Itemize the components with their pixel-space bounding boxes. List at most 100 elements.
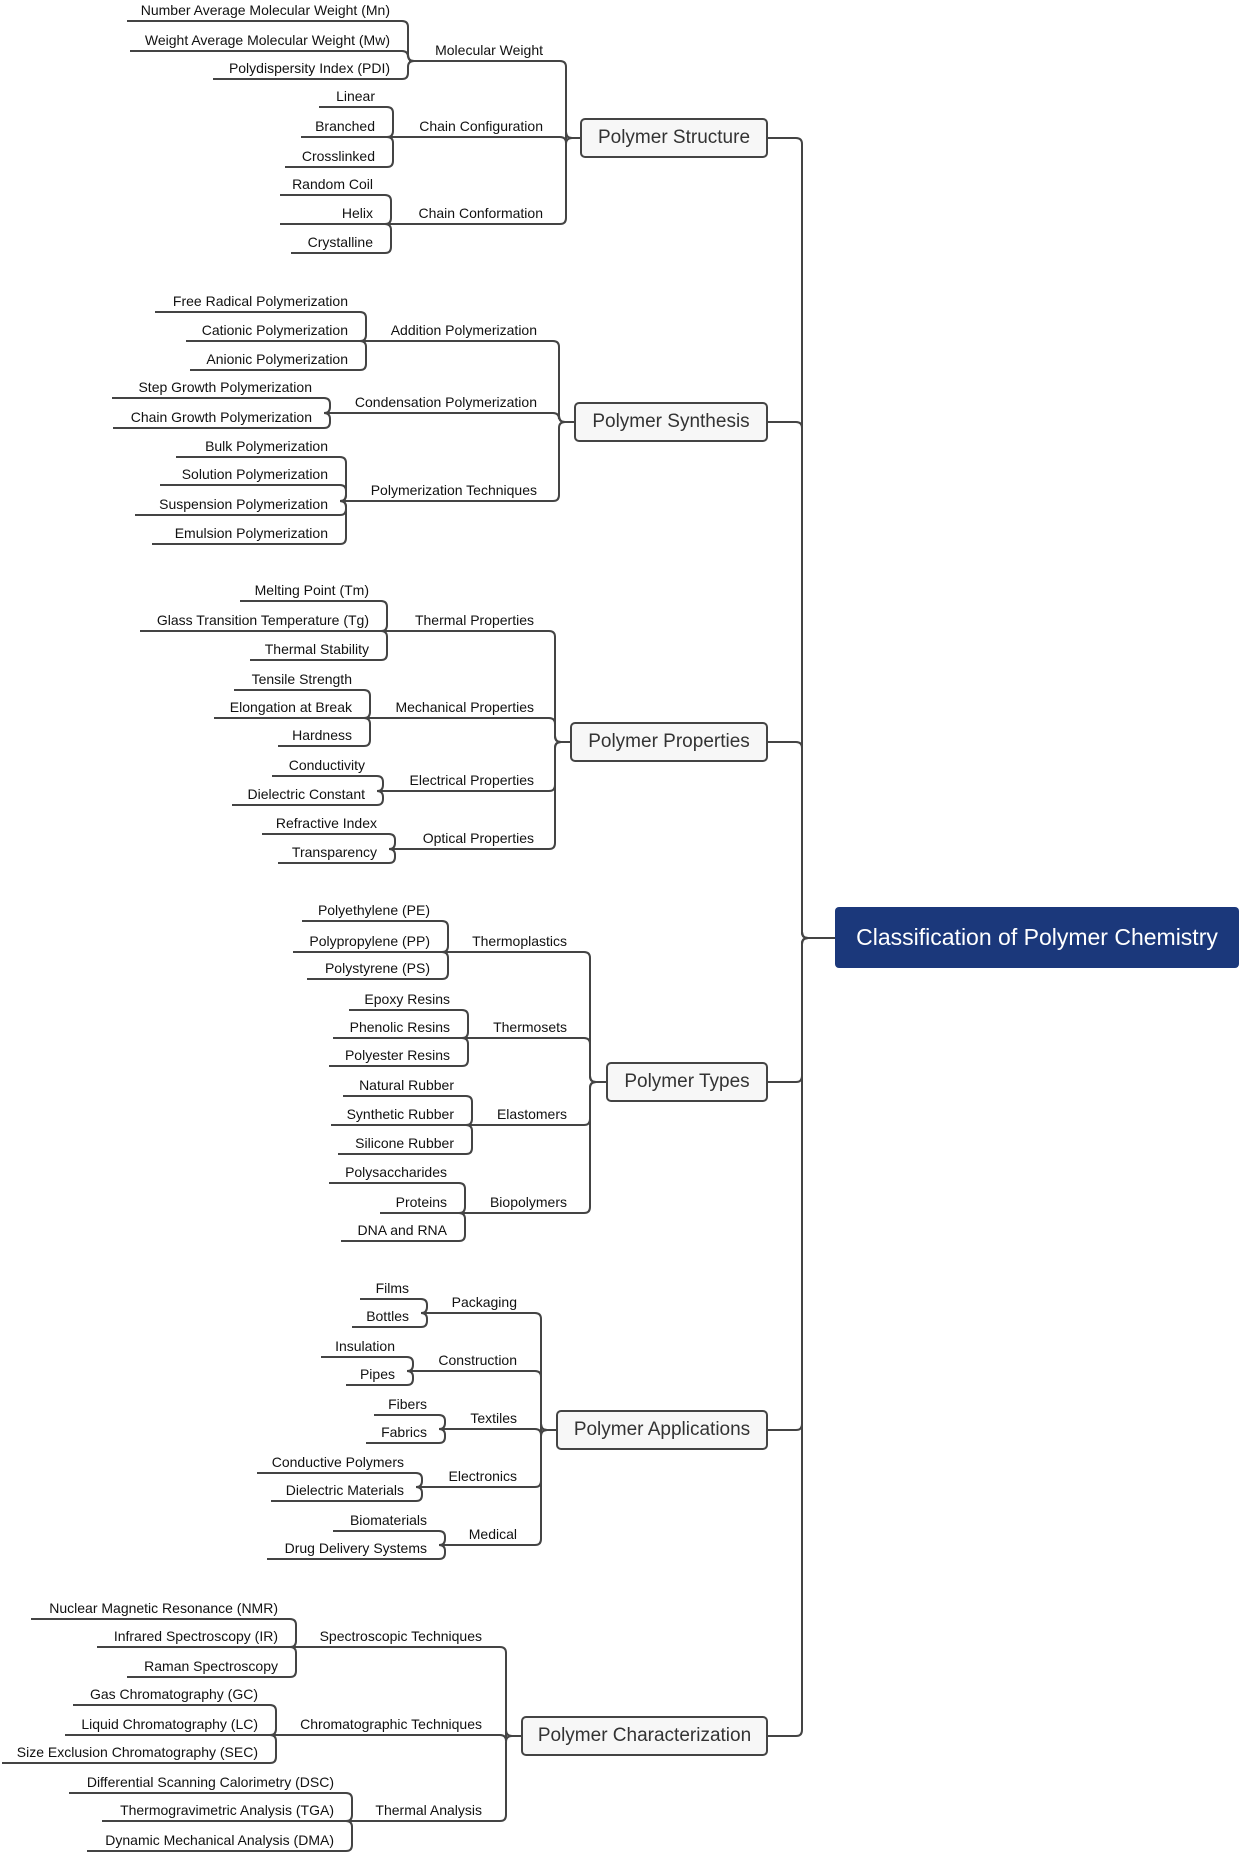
leaf-connector xyxy=(280,194,392,225)
leaf-label[interactable]: Polystyrene (PS) xyxy=(325,960,430,976)
leaf-label[interactable]: Crosslinked xyxy=(302,148,375,164)
leaf-label[interactable]: DNA and RNA xyxy=(358,1222,447,1238)
branch-node-label: Polymer Synthesis xyxy=(592,411,750,432)
sub-connector xyxy=(370,717,570,743)
sub-topic-label[interactable]: Medical xyxy=(469,1526,517,1542)
leaf-label[interactable]: Polysaccharides xyxy=(345,1164,447,1180)
branch-node-label: Polymer Properties xyxy=(588,731,750,752)
leaf-label[interactable]: Melting Point (Tm) xyxy=(255,582,369,598)
leaf-label[interactable]: Infrared Spectroscopy (IR) xyxy=(114,1628,278,1644)
sub-topic-label[interactable]: Optical Properties xyxy=(423,830,534,846)
sub-topic-label[interactable]: Thermoplastics xyxy=(472,933,567,949)
sub-topic-label[interactable]: Thermal Properties xyxy=(415,612,534,628)
leaf-label[interactable]: Free Radical Polymerization xyxy=(173,293,348,309)
leaf-label[interactable]: Glass Transition Temperature (Tg) xyxy=(157,612,369,628)
sub-topic-label[interactable]: Electronics xyxy=(449,1468,517,1484)
leaf-label[interactable]: Thermogravimetric Analysis (TGA) xyxy=(120,1802,334,1818)
sub-topic-label[interactable]: Condensation Polymerization xyxy=(355,394,537,410)
leaf-label[interactable]: Liquid Chromatography (LC) xyxy=(81,1716,258,1732)
branch-node-label: Polymer Characterization xyxy=(537,1725,752,1746)
leaf-label[interactable]: Raman Spectroscopy xyxy=(144,1658,278,1674)
mindmap-canvas: Classification of Polymer Chemistry Poly… xyxy=(0,0,1240,1852)
leaf-label[interactable]: Size Exclusion Chromatography (SEC) xyxy=(17,1744,258,1760)
sub-connector xyxy=(387,630,570,743)
leaf-label[interactable]: Dielectric Constant xyxy=(248,786,366,802)
branch-node[interactable]: Polymer Properties xyxy=(570,722,768,762)
sub-topic-label[interactable]: Thermal Analysis xyxy=(375,1802,482,1818)
branch-node[interactable]: Polymer Types xyxy=(606,1062,768,1102)
branch-node[interactable]: Polymer Applications xyxy=(556,1410,768,1450)
leaf-label[interactable]: Chain Growth Polymerization xyxy=(131,409,312,425)
sub-topic-label[interactable]: Construction xyxy=(438,1352,517,1368)
leaf-label[interactable]: Emulsion Polymerization xyxy=(175,525,328,541)
root-node[interactable]: Classification of Polymer Chemistry xyxy=(835,907,1239,968)
leaf-label[interactable]: Step Growth Polymerization xyxy=(138,379,312,395)
leaf-label[interactable]: Refractive Index xyxy=(276,815,377,831)
root-node-label: Classification of Polymer Chemistry xyxy=(856,924,1218,950)
leaf-label[interactable]: Crystalline xyxy=(308,234,373,250)
leaf-label[interactable]: Elongation at Break xyxy=(230,699,352,715)
sub-topic-label[interactable]: Chain Conformation xyxy=(418,205,543,221)
leaf-label[interactable]: Linear xyxy=(336,88,375,104)
leaf-label[interactable]: Nuclear Magnetic Resonance (NMR) xyxy=(49,1600,278,1616)
leaf-label[interactable]: Transparency xyxy=(292,844,377,860)
sub-topic-label[interactable]: Molecular Weight xyxy=(435,42,543,58)
leaf-label[interactable]: Polypropylene (PP) xyxy=(309,933,430,949)
leaf-label[interactable]: Pipes xyxy=(360,1366,395,1382)
sub-topic-label[interactable]: Biopolymers xyxy=(490,1194,567,1210)
leaf-label[interactable]: Number Average Molecular Weight (Mn) xyxy=(141,2,390,18)
sub-topic-label[interactable]: Packaging xyxy=(452,1294,517,1310)
leaf-label[interactable]: Conductive Polymers xyxy=(272,1454,404,1470)
leaf-label[interactable]: Suspension Polymerization xyxy=(159,496,328,512)
leaf-label[interactable]: Thermal Stability xyxy=(265,641,369,657)
sub-topic-label[interactable]: Spectroscopic Techniques xyxy=(320,1628,482,1644)
branch-node[interactable]: Polymer Synthesis xyxy=(574,402,768,442)
leaf-label[interactable]: Insulation xyxy=(335,1338,395,1354)
sub-topic-label[interactable]: Electrical Properties xyxy=(410,772,535,788)
sub-connector xyxy=(468,1037,606,1083)
leaf-label[interactable]: Branched xyxy=(315,118,375,134)
sub-topic-label[interactable]: Chain Configuration xyxy=(419,118,543,134)
leaf-label[interactable]: Conductivity xyxy=(289,757,365,773)
leaf-label[interactable]: Epoxy Resins xyxy=(364,991,450,1007)
sub-topic-label[interactable]: Elastomers xyxy=(497,1106,567,1122)
leaf-label[interactable]: Biomaterials xyxy=(350,1512,427,1528)
leaf-label[interactable]: Helix xyxy=(342,205,373,221)
leaf-label[interactable]: Proteins xyxy=(396,1194,447,1210)
branch-connector xyxy=(768,741,835,939)
sub-topic-label[interactable]: Textiles xyxy=(470,1410,517,1426)
sub-topic-label[interactable]: Chromatographic Techniques xyxy=(300,1716,482,1732)
leaf-label[interactable]: Polydispersity Index (PDI) xyxy=(229,60,390,76)
leaf-label[interactable]: Bulk Polymerization xyxy=(205,438,328,454)
leaf-label[interactable]: Anionic Polymerization xyxy=(206,351,348,367)
leaf-label[interactable]: Differential Scanning Calorimetry (DSC) xyxy=(87,1774,334,1790)
leaf-label[interactable]: Silicone Rubber xyxy=(355,1135,454,1151)
leaf-label[interactable]: Bottles xyxy=(366,1308,409,1324)
leaf-label[interactable]: Gas Chromatography (GC) xyxy=(90,1686,258,1702)
leaf-label[interactable]: Tensile Strength xyxy=(252,671,352,687)
leaf-label[interactable]: Synthetic Rubber xyxy=(347,1106,454,1122)
leaf-label[interactable]: Polyester Resins xyxy=(345,1047,450,1063)
sub-topic-label[interactable]: Addition Polymerization xyxy=(391,322,537,338)
leaf-label[interactable]: Polyethylene (PE) xyxy=(318,902,430,918)
leaf-label[interactable]: Hardness xyxy=(292,727,352,743)
leaf-label[interactable]: Fibers xyxy=(388,1396,427,1412)
leaf-label[interactable]: Random Coil xyxy=(292,176,373,192)
sub-topic-label[interactable]: Thermosets xyxy=(493,1019,567,1035)
leaf-label[interactable]: Films xyxy=(376,1280,409,1296)
leaf-label[interactable]: Dielectric Materials xyxy=(286,1482,404,1498)
sub-connector xyxy=(330,412,574,423)
branch-node[interactable]: Polymer Characterization xyxy=(521,1716,768,1756)
sub-connector xyxy=(448,951,606,1083)
leaf-label[interactable]: Fabrics xyxy=(381,1424,427,1440)
leaf-label[interactable]: Weight Average Molecular Weight (Mw) xyxy=(145,32,390,48)
leaf-label[interactable]: Phenolic Resins xyxy=(350,1019,450,1035)
leaf-label[interactable]: Cationic Polymerization xyxy=(202,322,348,338)
leaf-label[interactable]: Dynamic Mechanical Analysis (DMA) xyxy=(105,1832,334,1848)
sub-topic-label[interactable]: Polymerization Techniques xyxy=(371,482,537,498)
leaf-label[interactable]: Natural Rubber xyxy=(359,1077,454,1093)
leaf-label[interactable]: Drug Delivery Systems xyxy=(285,1540,427,1556)
branch-node[interactable]: Polymer Structure xyxy=(580,118,768,158)
sub-topic-label[interactable]: Mechanical Properties xyxy=(395,699,534,715)
leaf-label[interactable]: Solution Polymerization xyxy=(182,466,328,482)
